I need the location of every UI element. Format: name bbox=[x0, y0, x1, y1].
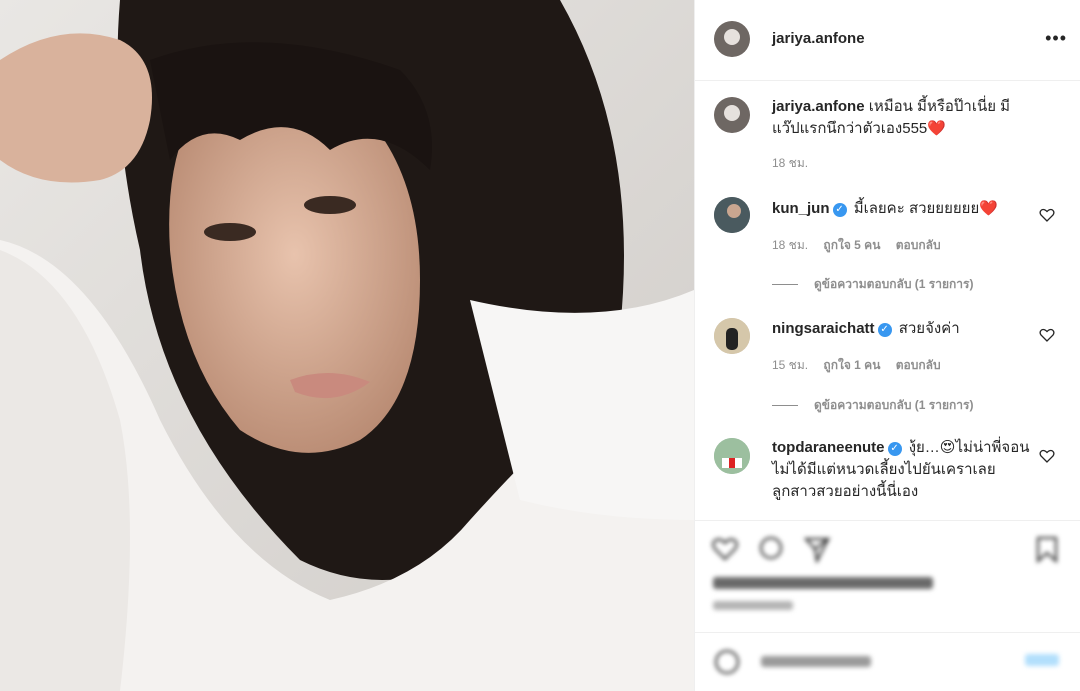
comment: ningsaraichatt ✓ สวยจังค่า bbox=[772, 318, 1032, 340]
post-photo bbox=[0, 0, 694, 691]
view-replies-label[interactable]: ดูข้อความตอบกลับ (1 รายการ) bbox=[814, 277, 973, 291]
comment-meta: 18 ชม. ถูกใจ 5 คน ตอบกลับ bbox=[772, 236, 941, 255]
view-replies-label[interactable]: ดูข้อความตอบกลับ (1 รายการ) bbox=[814, 398, 973, 412]
verified-icon: ✓ bbox=[887, 442, 902, 456]
comment: kun_jun ✓ มี้เลยคะ สวยยยยยย❤️ bbox=[772, 198, 1032, 220]
bookmark-icon[interactable] bbox=[1033, 535, 1061, 563]
heart-icon[interactable] bbox=[1039, 207, 1055, 223]
comment-avatar[interactable] bbox=[714, 438, 750, 474]
comment-username[interactable]: topdaraneenute bbox=[772, 439, 885, 456]
comment-text: มี้เลยคะ สวยยยยยย❤️ bbox=[853, 200, 998, 217]
replies-divider bbox=[772, 284, 798, 286]
add-comment-bar bbox=[695, 632, 1080, 691]
instagram-post-view: jariya.anfone ••• jariya.anfone เหมือน ม… bbox=[0, 0, 1080, 691]
caption: jariya.anfone เหมือน มี้หรือป๊าเนี่ย มีแ… bbox=[772, 96, 1032, 140]
comment-time: 15 ชม. bbox=[772, 358, 809, 372]
comment-input[interactable] bbox=[761, 656, 871, 667]
comment-meta: 15 ชม. ถูกใจ 1 คน ตอบกลับ bbox=[772, 356, 941, 375]
post-date bbox=[713, 601, 793, 610]
action-icons bbox=[711, 535, 1071, 565]
heart-icon[interactable] bbox=[1039, 327, 1055, 343]
comment-likes[interactable]: ถูกใจ 5 คน bbox=[823, 238, 880, 252]
caption-avatar[interactable] bbox=[714, 97, 750, 133]
verified-icon: ✓ bbox=[832, 203, 847, 217]
comment: topdaraneenute ✓ งุ้ย…😍ไม่น่าพี่จอนไม่ได้… bbox=[772, 437, 1032, 503]
emoji-icon[interactable] bbox=[713, 648, 741, 676]
reply-button[interactable]: ตอบกลับ bbox=[896, 358, 941, 372]
post-comment-button[interactable] bbox=[1025, 654, 1059, 666]
comment-time: 18 ชม. bbox=[772, 238, 809, 252]
verified-icon: ✓ bbox=[877, 323, 892, 337]
comment-avatar[interactable] bbox=[714, 318, 750, 354]
view-replies-button[interactable]: ดูข้อความตอบกลับ (1 รายการ) bbox=[772, 396, 973, 415]
replies-divider bbox=[772, 405, 798, 407]
comment-text: สวยจังค่า bbox=[898, 320, 960, 337]
comment-icon[interactable] bbox=[757, 535, 785, 563]
caption-username[interactable]: jariya.anfone bbox=[772, 98, 865, 115]
comment-username[interactable]: kun_jun bbox=[772, 200, 830, 217]
comment-avatar[interactable] bbox=[714, 197, 750, 233]
heart-icon[interactable] bbox=[711, 535, 739, 563]
comment-likes[interactable]: ถูกใจ 1 คน bbox=[823, 358, 880, 372]
author-username[interactable]: jariya.anfone bbox=[772, 30, 865, 47]
reply-button[interactable]: ตอบกลับ bbox=[896, 238, 941, 252]
likes-summary bbox=[713, 577, 933, 589]
post-actions-bar bbox=[695, 520, 1080, 633]
view-replies-button[interactable]: ดูข้อความตอบกลับ (1 รายการ) bbox=[772, 275, 973, 294]
comment-username[interactable]: ningsaraichatt bbox=[772, 320, 875, 337]
more-options-icon[interactable]: ••• bbox=[1045, 28, 1067, 49]
post-details-panel: jariya.anfone ••• jariya.anfone เหมือน ม… bbox=[694, 0, 1080, 691]
share-icon[interactable] bbox=[803, 535, 831, 563]
caption-time: 18 ชม. bbox=[772, 156, 809, 170]
heart-icon[interactable] bbox=[1039, 448, 1055, 464]
portrait-image bbox=[0, 0, 694, 691]
author-avatar[interactable] bbox=[714, 21, 750, 57]
post-header: jariya.anfone ••• bbox=[695, 0, 1080, 81]
